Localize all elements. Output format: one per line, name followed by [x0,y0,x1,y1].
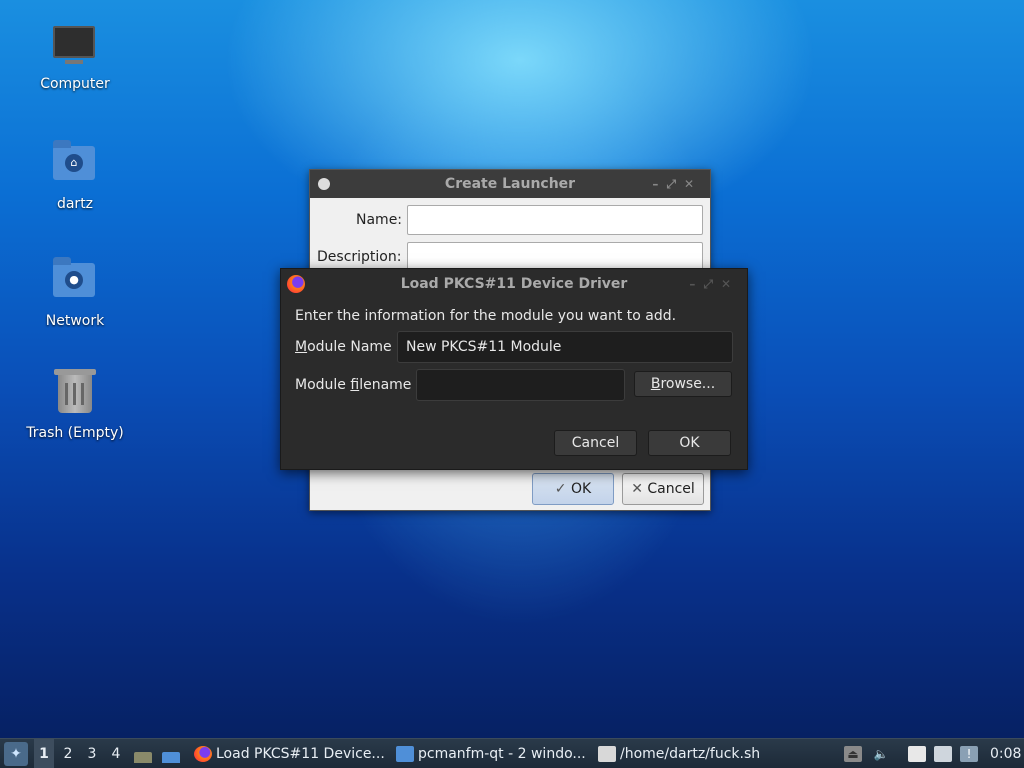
app-menu-icon: ✦ [10,746,22,762]
quicklaunch-file-manager[interactable] [134,745,154,763]
task-text-editor[interactable]: /home/dartz/fuck.sh [598,739,788,768]
workspace-1[interactable]: 1 [34,739,54,768]
computer-icon [53,26,97,70]
pkcs-ok-button[interactable]: OK [648,430,731,456]
launcher-ok-button[interactable]: ✓ OK [532,473,614,505]
pkcs-cancel-button[interactable]: Cancel [554,430,637,456]
workspace-2[interactable]: 2 [58,739,78,768]
quicklaunch-show-desktop[interactable] [162,745,184,763]
clipboard-icon[interactable] [908,746,926,762]
load-pkcs11-dialog: Load PKCS#11 Device Driver –⤢✕ Enter the… [280,268,748,470]
text-editor-icon [598,746,616,762]
browse-button[interactable]: Browse... [634,371,732,397]
taskbar: ✦ 1 2 3 4 Load PKCS#11 Device... pcmanfm… [0,738,1024,768]
task-label: pcmanfm-qt - 2 windo... [418,746,586,762]
instruction-text: Enter the information for the module you… [295,308,677,324]
task-pkcs-dialog[interactable]: Load PKCS#11 Device... [194,739,390,768]
workspace-3[interactable]: 3 [82,739,102,768]
eject-icon[interactable]: ⏏ [844,746,862,762]
module-name-input[interactable]: New PKCS#11 Module [397,331,733,363]
workspace-4[interactable]: 4 [106,739,126,768]
cancel-label: Cancel [647,481,695,497]
create-launcher-titlebar[interactable]: Create Launcher –⤢✕ [310,170,710,198]
trash-icon [53,369,97,419]
window-controls: –⤢✕ [652,170,702,198]
label-rest: odule Name [307,339,392,355]
folder-icon [396,746,414,762]
volume-icon[interactable]: 🔈 [872,746,890,762]
desktop-icon-network[interactable]: ● Network [20,255,130,329]
minimize-icon[interactable]: – [689,277,703,291]
pkcs-titlebar[interactable]: Load PKCS#11 Device Driver –⤢✕ [281,269,747,299]
firefox-icon [287,275,305,293]
close-icon[interactable]: ✕ [684,177,702,191]
checkmark-icon: ✓ [554,481,567,497]
maximize-icon[interactable]: ⤢ [666,177,684,191]
window-title: Create Launcher [444,176,576,192]
mnemonic: f [350,377,360,393]
task-pcmanfm[interactable]: pcmanfm-qt - 2 windo... [396,739,592,768]
label-rest: rowse... [660,376,716,392]
network-icon[interactable] [934,746,952,762]
module-name-label: Module Name [295,339,392,355]
cross-icon: ✕ [631,481,643,497]
minimize-icon[interactable]: – [652,177,666,191]
desktop-icon-trash[interactable]: Trash (Empty) [20,369,130,441]
notification-icon[interactable]: ! [960,746,978,762]
firefox-icon [194,746,212,762]
desktop-icon-label: Trash (Empty) [26,425,124,441]
window-controls: –⤢✕ [689,269,739,299]
description-label: Description: [317,249,402,265]
label-rest: ilename [359,377,412,393]
close-icon[interactable]: ✕ [721,277,739,291]
module-filename-label: Module filename [295,377,411,393]
network-folder-icon: ● [53,257,97,307]
app-icon [318,178,330,190]
mnemonic: M [295,339,308,355]
desktop-icon-computer[interactable]: Computer [20,22,130,92]
desktop-icon-label: dartz [56,196,94,212]
clock[interactable]: 0:08 [990,739,1022,768]
desktop-icon-label: Computer [40,76,110,92]
name-label: Name: [356,212,403,228]
launcher-cancel-button[interactable]: ✕ Cancel [622,473,704,505]
file-manager-icon [134,752,152,763]
desktop-icon-home[interactable]: ⌂ dartz [20,138,130,212]
name-input[interactable] [407,205,703,235]
show-desktop-icon [162,752,180,763]
task-label: /home/dartz/fuck.sh [620,746,761,762]
home-folder-icon: ⌂ [53,140,97,190]
start-menu-button[interactable]: ✦ [4,742,28,766]
maximize-icon[interactable]: ⤢ [703,277,721,291]
label-pre: Module [295,377,351,393]
mnemonic: B [650,376,661,392]
module-filename-input[interactable] [416,369,625,401]
ok-label: OK [570,481,592,497]
desktop-icon-label: Network [45,313,105,329]
task-label: Load PKCS#11 Device... [216,746,385,762]
dialog-title: Load PKCS#11 Device Driver [400,276,628,292]
